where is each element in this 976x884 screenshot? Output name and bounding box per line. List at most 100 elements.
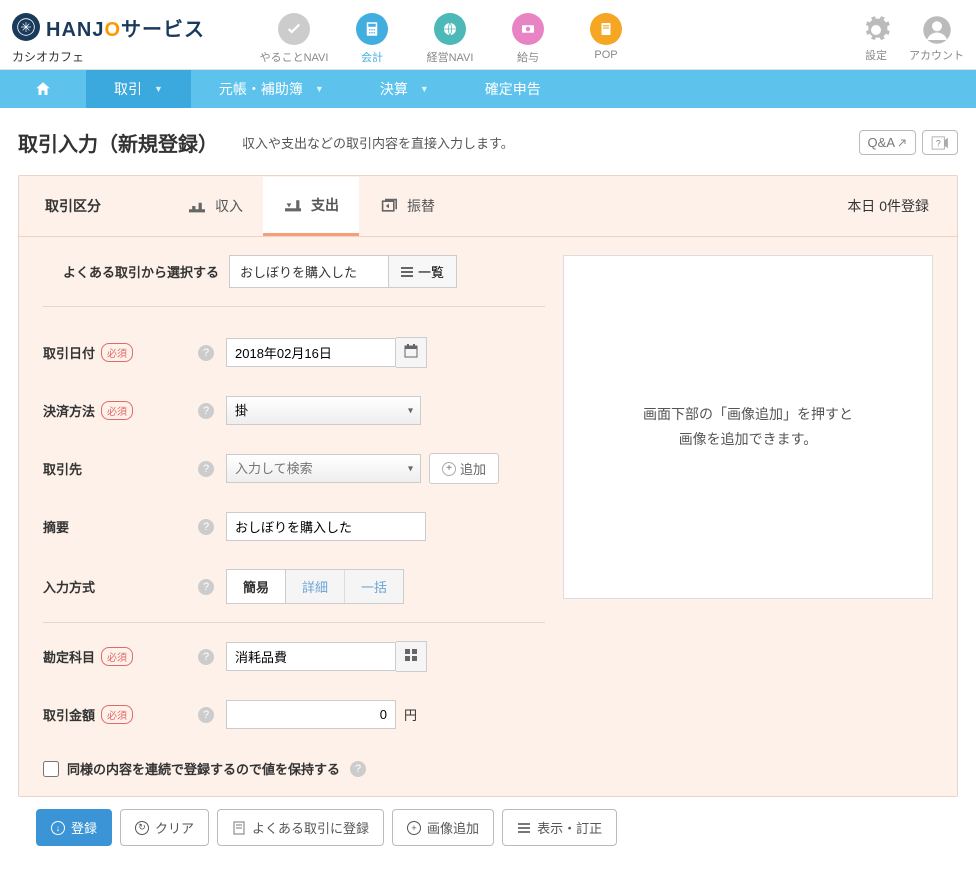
quick-select[interactable]: おしぼりを購入した (229, 255, 389, 288)
field-payment: 決済方法必須 ? 掛 (43, 382, 545, 439)
field-entry-mode: 入力方式 ? 簡易 詳細 一括 (43, 555, 545, 618)
chevron-down-icon: ▼ (420, 84, 429, 94)
amount-input[interactable] (226, 700, 396, 729)
tab-transfer[interactable]: 振替 (359, 177, 455, 235)
grid-icon (404, 648, 418, 662)
help-icon[interactable]: ? (198, 461, 214, 477)
help-icon[interactable]: ? (198, 345, 214, 361)
list-icon (401, 266, 413, 278)
gear-icon (861, 15, 891, 45)
refresh-icon: ↻ (135, 821, 149, 835)
entry-tab-simple[interactable]: 簡易 (227, 570, 286, 603)
page-title: 取引入力（新規登録） (18, 128, 218, 157)
list-icon (517, 821, 531, 835)
entry-tab-detail[interactable]: 詳細 (286, 570, 345, 603)
footer-actions: ↓ 登録 ↻ クリア よくある取引に登録 + 画像追加 表示・訂正 (18, 809, 958, 864)
clear-button[interactable]: ↻ クリア (120, 809, 209, 846)
view-edit-button[interactable]: 表示・訂正 (502, 809, 617, 846)
required-badge: 必須 (101, 647, 133, 666)
partner-input[interactable] (226, 454, 421, 483)
help-button[interactable]: ? (922, 130, 958, 155)
add-partner-button[interactable]: +追加 (429, 453, 499, 484)
nav-payroll[interactable]: 給与 (489, 13, 567, 65)
keep-checkbox[interactable] (43, 761, 59, 777)
required-badge: 必須 (101, 343, 133, 362)
quick-select-row: よくある取引から選択する おしぼりを購入した 一覧 (43, 255, 545, 307)
home-icon (34, 80, 52, 98)
logo-area: HANJOサービス カシオカフェ (12, 13, 205, 65)
qa-button[interactable]: Q&A (859, 130, 916, 155)
help-icon[interactable]: ? (198, 519, 214, 535)
nav-accounting[interactable]: 会計 (333, 13, 411, 65)
check-icon (278, 13, 310, 45)
expense-icon (283, 197, 303, 213)
calendar-icon (404, 344, 418, 358)
tab-income[interactable]: 収入 (167, 177, 263, 235)
income-icon (187, 198, 207, 214)
quick-label: よくある取引から選択する (63, 262, 219, 281)
help-icon[interactable]: ? (198, 649, 214, 665)
subnav-tax[interactable]: 確定申告 (457, 70, 569, 108)
calendar-button[interactable] (396, 337, 427, 368)
header-right: 設定 アカウント (861, 15, 964, 63)
transfer-icon (379, 198, 399, 214)
brand-name: HANJOサービス (46, 13, 205, 42)
quick-list-button[interactable]: 一覧 (389, 255, 457, 288)
date-input[interactable] (226, 338, 396, 367)
nav-pop[interactable]: POP (567, 13, 645, 65)
entry-mode-tabs: 簡易 詳細 一括 (226, 569, 404, 604)
settings-button[interactable]: 設定 (861, 15, 891, 63)
top-nav: やることNAVI 会計 経営NAVI 給与 POP (255, 13, 645, 65)
register-button[interactable]: ↓ 登録 (36, 809, 112, 846)
page-description: 収入や支出などの取引内容を直接入力します。 (242, 133, 514, 152)
category-label: 取引区分 (39, 176, 117, 236)
form-card: 取引区分 収入 支出 振替 本日 0件登録 よくある (18, 175, 958, 797)
field-amount: 取引金額必須 ? 円 (43, 686, 545, 743)
account-input[interactable] (226, 642, 396, 671)
summary-input[interactable] (226, 512, 426, 541)
page-content: 取引入力（新規登録） 収入や支出などの取引内容を直接入力します。 Q&A ? 取… (0, 108, 976, 884)
home-button[interactable] (0, 70, 86, 108)
category-tab-row: 取引区分 収入 支出 振替 本日 0件登録 (19, 176, 957, 237)
help-icon[interactable]: ? (198, 707, 214, 723)
subnav-ledger[interactable]: 元帳・補助簿▼ (191, 70, 352, 108)
chevron-down-icon: ▼ (154, 84, 163, 94)
user-icon (922, 15, 952, 45)
nav-todo[interactable]: やることNAVI (255, 13, 333, 65)
help-icon[interactable]: ? (198, 403, 214, 419)
subnav-transaction[interactable]: 取引▼ (86, 70, 191, 108)
help-icon[interactable]: ? (198, 579, 214, 595)
logo-icon (12, 13, 40, 41)
nav-management[interactable]: 経営NAVI (411, 13, 489, 65)
field-summary: 摘要 ? (43, 498, 545, 555)
entry-tab-batch[interactable]: 一括 (345, 570, 403, 603)
account-picker-button[interactable] (396, 641, 427, 672)
svg-text:?: ? (936, 138, 941, 148)
page-head: 取引入力（新規登録） 収入や支出などの取引内容を直接入力します。 Q&A ? (18, 128, 958, 157)
calculator-icon (356, 13, 388, 45)
help-icon[interactable]: ? (350, 761, 366, 777)
keep-values-row: 同様の内容を連続で登録するので値を保持する ? (19, 743, 957, 796)
field-account: 勘定科目必須 ? (43, 627, 545, 686)
save-template-button[interactable]: よくある取引に登録 (217, 809, 384, 846)
keep-label: 同様の内容を連続で登録するので値を保持する (67, 759, 340, 778)
external-icon (897, 138, 907, 148)
sub-nav: 取引▼ 元帳・補助簿▼ 決算▼ 確定申告 (0, 70, 976, 108)
payment-select[interactable]: 掛 (226, 396, 421, 425)
app-header: HANJOサービス カシオカフェ やることNAVI 会計 経営NAVI 給与 P… (0, 0, 976, 70)
plus-icon: + (442, 462, 456, 476)
account-button[interactable]: アカウント (909, 15, 964, 63)
bookmark-icon (232, 821, 246, 835)
subnav-settlement[interactable]: 決算▼ (352, 70, 457, 108)
field-date: 取引日付必須 ? (43, 323, 545, 382)
amount-unit: 円 (404, 705, 417, 724)
image-drop-area: 画面下部の「画像追加」を押すと 画像を追加できます。 (563, 255, 933, 599)
company-name: カシオカフェ (12, 48, 205, 65)
tab-expense[interactable]: 支出 (263, 177, 359, 236)
plus-icon: + (407, 821, 421, 835)
download-icon: ↓ (51, 821, 65, 835)
money-icon (512, 13, 544, 45)
required-badge: 必須 (101, 705, 133, 724)
chevron-down-icon: ▼ (315, 84, 324, 94)
add-image-button[interactable]: + 画像追加 (392, 809, 494, 846)
